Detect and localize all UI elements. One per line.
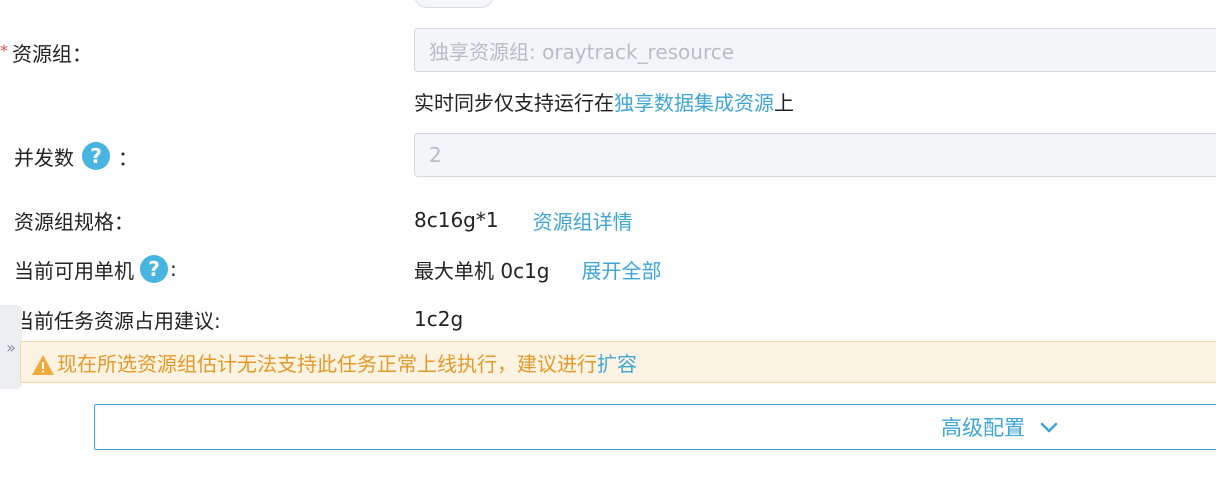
concurrency-label-text: 并发数 (14, 145, 74, 170)
capacity-warning: 现在所选资源组估计无法支持此任务正常上线执行，建议进行 扩容 (20, 341, 1216, 383)
double-chevron-right-icon: » (6, 337, 16, 357)
toggle-switch[interactable] (414, 0, 494, 8)
chevron-down-icon (1040, 422, 1058, 433)
scale-up-link[interactable]: 扩容 (597, 348, 637, 377)
spec-row: 8c16g*1 资源组详情 (414, 204, 633, 236)
resource-group-hint: 实时同步仅支持运行在 独享数据集成资源 上 (414, 86, 794, 116)
collapse-handle[interactable]: » (0, 305, 22, 389)
advanced-config-toggle[interactable]: 高级配置 (94, 404, 1216, 450)
dedicated-resource-link[interactable]: 独享数据集成资源 (614, 87, 774, 116)
advanced-config-label-wrap: 高级配置 (941, 405, 1059, 449)
available-machine-label: 当前可用单机 ? : (14, 253, 177, 285)
required-marker: * (0, 40, 8, 60)
resource-group-detail-link[interactable]: 资源组详情 (533, 206, 633, 235)
hint-prefix: 实时同步仅支持运行在 (414, 90, 614, 115)
available-machine-colon: : (170, 257, 177, 281)
concurrency-value: 2 (429, 143, 442, 167)
available-machine-value: 最大单机 0c1g (414, 258, 550, 283)
suggestion-label: 当前任务资源占用建议: (14, 308, 221, 333)
available-machine-label-text: 当前可用单机 (14, 258, 134, 283)
expand-all-link[interactable]: 展开全部 (582, 255, 662, 284)
question-circle-icon[interactable]: ? (140, 255, 168, 283)
warning-triangle-icon (32, 355, 54, 375)
resource-group-label-text: 资源组： (12, 41, 92, 66)
concurrency-label: 并发数 ? ： (14, 140, 138, 172)
resource-group-label: * 资源组： (0, 36, 92, 68)
spec-label: 资源组规格： (14, 209, 134, 234)
warning-text: 现在所选资源组估计无法支持此任务正常上线执行，建议进行 (57, 351, 597, 376)
concurrency-input[interactable]: 2 (414, 133, 1216, 177)
available-machine-row: 最大单机 0c1g 展开全部 (414, 253, 662, 285)
advanced-config-label: 高级配置 (941, 416, 1025, 440)
hint-suffix: 上 (774, 90, 794, 115)
suggestion-value: 1c2g (414, 307, 464, 331)
question-circle-icon[interactable]: ? (82, 142, 110, 170)
resource-config-panel: * 资源组： 独享资源组: oraytrack_resource 实时同步仅支持… (0, 0, 1216, 491)
concurrency-colon: ： (118, 145, 138, 170)
resource-group-placeholder: 独享资源组: oraytrack_resource (429, 39, 735, 64)
resource-group-select[interactable]: 独享资源组: oraytrack_resource (414, 28, 1216, 72)
spec-value: 8c16g*1 (414, 208, 499, 232)
